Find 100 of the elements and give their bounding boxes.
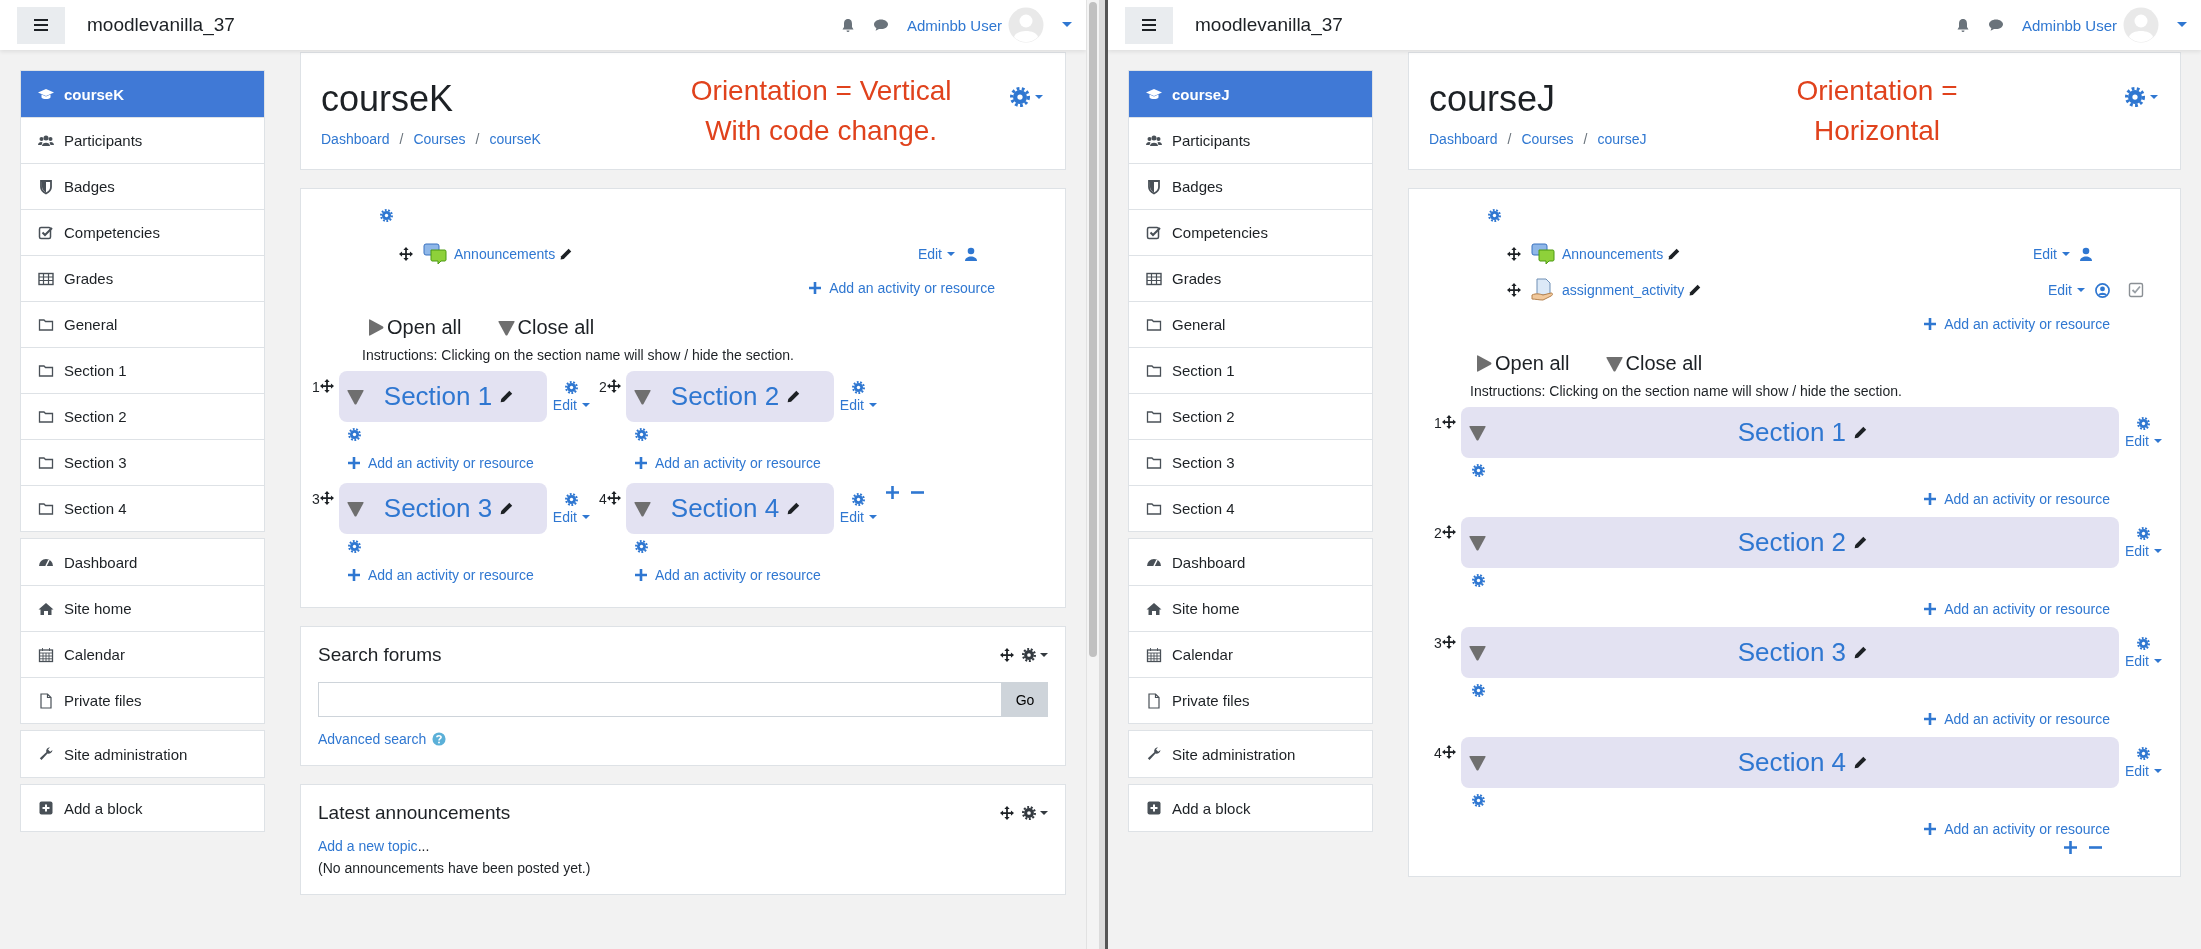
pencil-icon[interactable] (500, 390, 514, 403)
edit-menu-button[interactable]: Edit (2124, 763, 2162, 779)
add-activity-link[interactable]: Add an activity or resource (1924, 711, 2110, 727)
user-name[interactable]: Adminbb User (906, 16, 1002, 34)
settings-icon[interactable] (1488, 209, 1501, 222)
move-icon[interactable] (319, 491, 334, 505)
add-activity-link[interactable]: Add an activity or resource (809, 280, 995, 296)
section-header[interactable]: Section 4 (1460, 737, 2119, 788)
pencil-icon[interactable] (1668, 248, 1681, 260)
edit-menu-button[interactable]: Edit (2124, 543, 2162, 559)
nav-item[interactable]: Site home (21, 585, 264, 631)
move-icon[interactable] (1441, 635, 1456, 649)
scrollbar[interactable] (1086, 0, 1099, 949)
section-header[interactable]: Section 2 (625, 371, 834, 422)
section-title[interactable]: Section 1 (383, 381, 493, 412)
triangle-down-icon[interactable] (346, 388, 364, 405)
nav-item[interactable]: Add a block (1129, 785, 1372, 831)
pencil-icon[interactable] (1854, 536, 1868, 549)
section-header[interactable]: Section 3 (338, 483, 547, 534)
add-activity-link[interactable]: Add an activity or resource (1924, 821, 2110, 837)
add-activity-link[interactable]: Add an activity or resource (348, 455, 534, 471)
add-activity-link[interactable]: Add an activity or resource (635, 455, 821, 471)
nav-item[interactable]: Section 2 (1129, 393, 1372, 439)
edit-menu-button[interactable]: Edit (2047, 282, 2085, 298)
nav-item[interactable]: Competencies (1129, 209, 1372, 255)
nav-item[interactable]: General (1129, 301, 1372, 347)
section-title[interactable]: Section 3 (1737, 637, 1847, 668)
edit-menu-button[interactable]: Edit (839, 397, 877, 413)
pencil-icon[interactable] (787, 390, 801, 403)
pencil-icon[interactable] (1689, 284, 1702, 296)
nav-item[interactable]: Participants (21, 117, 264, 163)
nav-item[interactable]: Private files (1129, 677, 1372, 723)
nav-item[interactable]: Private files (21, 677, 264, 723)
move-icon[interactable] (1441, 745, 1456, 759)
nav-item[interactable]: Calendar (21, 631, 264, 677)
section-title[interactable]: Section 2 (1737, 527, 1847, 558)
move-icon[interactable] (606, 379, 621, 393)
triangle-down-icon[interactable] (1468, 534, 1486, 551)
settings-icon[interactable] (1472, 794, 1485, 807)
nav-item[interactable]: Section 4 (21, 485, 264, 531)
edit-menu-button[interactable]: Edit (839, 509, 877, 525)
edit-menu-button[interactable]: Edit (552, 509, 590, 525)
nav-item[interactable]: Add a block (21, 785, 264, 831)
breadcrumb-link[interactable]: courseK (489, 130, 541, 147)
settings-icon[interactable] (1472, 464, 1485, 477)
add-topic-link[interactable]: Add a new topic (318, 838, 418, 854)
menu-button[interactable] (1125, 6, 1173, 44)
settings-icon[interactable] (635, 428, 648, 441)
site-name[interactable]: moodlevanilla_37 (1195, 14, 1343, 36)
activity-link[interactable]: assignment_activity (1562, 282, 1685, 298)
move-icon[interactable] (1507, 247, 1521, 261)
triangle-down-icon[interactable] (1468, 644, 1486, 661)
settings-icon[interactable] (564, 381, 578, 394)
nav-item[interactable]: Site home (1129, 585, 1372, 631)
activity-link[interactable]: Announcements (1562, 246, 1664, 262)
nav-item[interactable]: Section 2 (21, 393, 264, 439)
section-header[interactable]: Section 1 (1460, 407, 2119, 458)
nav-item[interactable]: General (21, 301, 264, 347)
nav-item[interactable]: Dashboard (21, 539, 264, 585)
caret-icon[interactable] (2177, 22, 2187, 28)
nav-item[interactable]: Badges (21, 163, 264, 209)
add-activity-link[interactable]: Add an activity or resource (1924, 316, 2110, 332)
nav-item[interactable]: Section 3 (21, 439, 264, 485)
settings-icon[interactable] (2136, 747, 2150, 760)
add-activity-link[interactable]: Add an activity or resource (348, 567, 534, 583)
add-activity-link[interactable]: Add an activity or resource (1924, 601, 2110, 617)
user-name[interactable]: Adminbb User (2021, 16, 2117, 34)
move-icon[interactable] (606, 491, 621, 505)
section-header[interactable]: Section 4 (625, 483, 834, 534)
settings-menu-button[interactable] (1010, 87, 1043, 107)
person-circle-icon[interactable] (2095, 282, 2110, 298)
nav-item[interactable]: Badges (1129, 163, 1372, 209)
site-name[interactable]: moodlevanilla_37 (87, 14, 235, 36)
block-settings-button[interactable] (1022, 648, 1048, 662)
section-title[interactable]: Section 2 (670, 381, 780, 412)
breadcrumb-link[interactable]: Dashboard (1429, 130, 1498, 147)
section-header[interactable]: Section 1 (338, 371, 547, 422)
triangle-down-icon[interactable] (1468, 424, 1486, 441)
chat-icon[interactable] (872, 18, 889, 32)
nav-item[interactable]: Participants (1129, 117, 1372, 163)
open-all-button[interactable]: Open all (368, 316, 462, 339)
move-icon[interactable] (1000, 648, 1014, 662)
settings-icon[interactable] (1472, 684, 1485, 697)
settings-icon[interactable] (380, 209, 393, 222)
breadcrumb-link[interactable]: Courses (1521, 130, 1574, 147)
activity-link[interactable]: Announcements (454, 246, 556, 262)
edit-menu-button[interactable]: Edit (2124, 653, 2162, 669)
open-all-button[interactable]: Open all (1476, 352, 1570, 375)
pencil-icon[interactable] (560, 248, 573, 260)
settings-icon[interactable] (348, 428, 361, 441)
pencil-icon[interactable] (1854, 646, 1868, 659)
nav-item[interactable]: Calendar (1129, 631, 1372, 677)
nav-item[interactable]: Section 3 (1129, 439, 1372, 485)
person-icon[interactable] (965, 247, 977, 261)
breadcrumb-link[interactable]: Courses (413, 130, 466, 147)
add-section-icon[interactable] (886, 486, 899, 499)
settings-icon[interactable] (2136, 527, 2150, 540)
pencil-icon[interactable] (1854, 756, 1868, 769)
nav-item[interactable]: courseK (21, 71, 264, 117)
triangle-down-icon[interactable] (1468, 754, 1486, 771)
